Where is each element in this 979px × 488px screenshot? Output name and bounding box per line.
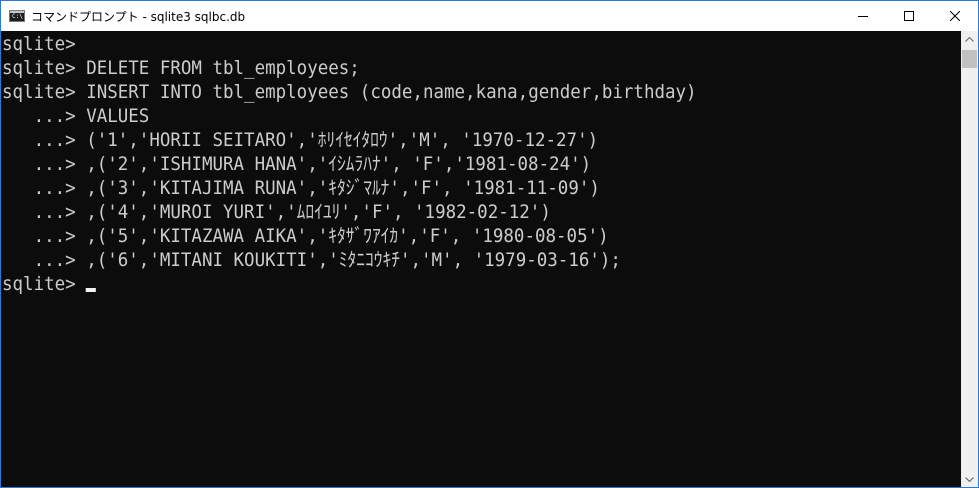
console-line: ...> ('1','HORII SEITARO','ﾎﾘｲｾｲﾀﾛｳ','M'… bbox=[2, 129, 599, 151]
console-icon[interactable]: C:\ bbox=[9, 10, 25, 22]
maximize-button[interactable] bbox=[886, 1, 932, 31]
text-cursor bbox=[85, 288, 96, 292]
console-line: ...> ,('6','MITANI KOUKITI','ﾐﾀﾆｺｳｷﾁ','M… bbox=[2, 249, 621, 271]
console-line: ...> VALUES bbox=[2, 105, 150, 127]
prompt: sqlite> bbox=[2, 273, 76, 295]
active-prompt-line[interactable]: sqlite> bbox=[2, 272, 884, 296]
command-prompt-window: C:\ コマンドプロンプト - sqlite3 sqlbc.db sqlite>… bbox=[0, 0, 979, 488]
console-line: sqlite> DELETE FROM tbl_employees; bbox=[2, 57, 360, 79]
maximize-icon bbox=[904, 11, 914, 21]
console-line: ...> ,('5','KITAZAWA AIKA','ｷﾀｻﾞﾜｱｲｶ','F… bbox=[2, 225, 609, 247]
vertical-scrollbar[interactable] bbox=[961, 31, 978, 487]
console-line: ...> ,('2','ISHIMURA HANA','ｲｼﾑﾗﾊﾅ', 'F'… bbox=[2, 153, 592, 175]
console-line: ...> ,('4','MUROI YURI','ﾑﾛｲﾕﾘ','F', '19… bbox=[2, 201, 551, 223]
scroll-up-button[interactable] bbox=[961, 31, 978, 48]
chevron-up-icon bbox=[965, 37, 974, 42]
minimize-button[interactable] bbox=[840, 1, 886, 31]
console-line: sqlite> bbox=[2, 33, 76, 55]
console-output[interactable]: sqlite> sqlite> DELETE FROM tbl_employee… bbox=[1, 31, 961, 487]
close-button[interactable] bbox=[932, 1, 978, 31]
close-icon bbox=[950, 11, 960, 21]
window-title: コマンドプロンプト - sqlite3 sqlbc.db bbox=[31, 9, 246, 24]
minimize-icon bbox=[858, 16, 868, 17]
scroll-down-button[interactable] bbox=[961, 471, 978, 487]
scroll-thumb[interactable] bbox=[962, 50, 977, 68]
console-line: sqlite> INSERT INTO tbl_employees (code,… bbox=[2, 81, 697, 103]
title-bar[interactable]: C:\ コマンドプロンプト - sqlite3 sqlbc.db bbox=[1, 1, 978, 31]
window-controls bbox=[840, 1, 978, 31]
console-line: ...> ,('3','KITAJIMA RUNA','ｷﾀｼﾞﾏﾙﾅ','F'… bbox=[2, 177, 600, 199]
chevron-down-icon bbox=[965, 477, 974, 482]
